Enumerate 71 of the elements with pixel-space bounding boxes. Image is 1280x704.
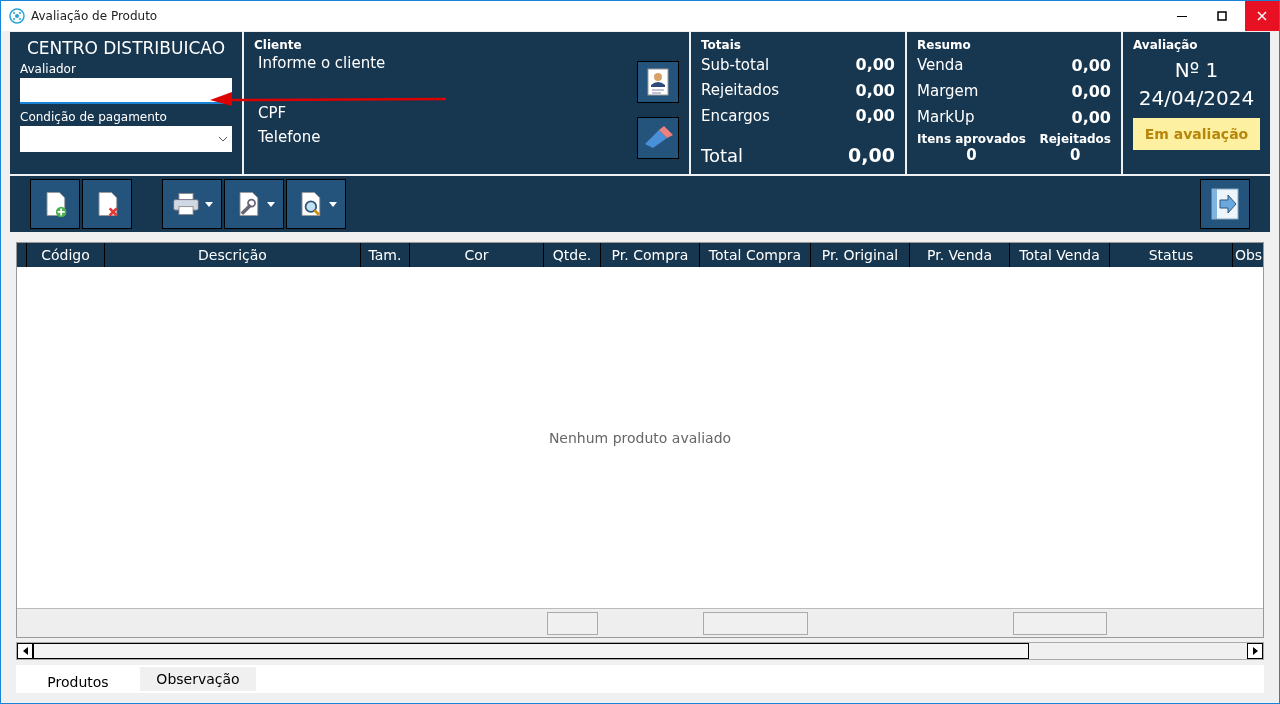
app-logo-icon (9, 8, 25, 24)
caret-icon (267, 201, 275, 207)
maximize-icon (1217, 11, 1227, 21)
column-header[interactable]: Status (1110, 243, 1233, 267)
summary-value: 0,00 (1071, 55, 1111, 75)
total-value: 0,00 (855, 106, 895, 126)
toolbar-button[interactable] (286, 179, 346, 229)
status-badge: Em avaliação (1133, 118, 1260, 150)
id-card-icon (646, 68, 670, 96)
horizontal-scrollbar[interactable] (16, 642, 1264, 660)
count-label: Itens aprovados (917, 132, 1026, 146)
column-header[interactable]: Total Compra (700, 243, 811, 267)
summary-value: 0,00 (1071, 81, 1111, 101)
center-title: CENTRO DISTRIBUICAO (25, 38, 227, 58)
field-label: Condição de pagamento (20, 110, 168, 124)
phone-label: Telefone (258, 128, 321, 146)
total-value: 0,00 (855, 80, 895, 100)
section-heading: Totais (701, 38, 742, 52)
column-header[interactable]: Tam. (361, 243, 410, 267)
section-heading: Resumo (917, 38, 972, 52)
column-header[interactable]: Código (27, 243, 105, 267)
column-header[interactable]: Total Venda (1010, 243, 1110, 267)
eraser-button[interactable] (637, 117, 679, 159)
column-header[interactable]: Pr. Original (811, 243, 910, 267)
summary-label: MarkUp (917, 108, 975, 126)
dropdown-field[interactable] (20, 126, 232, 152)
toolbar-button[interactable] (30, 179, 80, 229)
evaluation-date: 24/04/2024 (1137, 86, 1256, 110)
chevron-down-icon (218, 136, 228, 142)
toolbar-button[interactable] (224, 179, 284, 229)
column-header[interactable]: Pr. Compra (601, 243, 700, 267)
toolbar-button[interactable] (162, 179, 222, 229)
total-value: 0,00 (855, 55, 895, 75)
exit-button[interactable] (1200, 179, 1250, 229)
grand-total-value: 0,00 (848, 144, 895, 167)
grand-total-label: Total (701, 144, 744, 166)
count-value: 0 (1070, 146, 1081, 164)
column-header[interactable]: Cor (410, 243, 544, 267)
column-header[interactable]: Qtde. (544, 243, 601, 267)
close-icon (1257, 11, 1267, 21)
empty-message: Nenhum produto avaliado (548, 429, 732, 446)
printer-icon (171, 190, 201, 218)
total-label: Encargos (701, 106, 770, 125)
input-field[interactable] (20, 78, 232, 104)
total-label: Sub-total (701, 55, 770, 74)
count-label: Rejeitados (1039, 132, 1111, 146)
column-header[interactable]: Pr. Venda (910, 243, 1010, 267)
caret-icon (329, 201, 337, 207)
count-value: 0 (966, 146, 977, 164)
minimize-icon (1177, 15, 1187, 17)
field-label: Avaliador (20, 62, 77, 76)
client-name: Informe o cliente (258, 54, 386, 72)
tab[interactable]: Observação (140, 667, 256, 691)
scroll-right-icon[interactable] (1247, 643, 1263, 659)
client-card-button[interactable] (637, 61, 679, 103)
section-heading: Cliente (254, 38, 303, 52)
eraser-icon (643, 126, 673, 150)
window-title: Avaliação de Produto (31, 9, 159, 23)
scroll-left-icon[interactable] (17, 643, 33, 659)
evaluation-number: Nº 1 (1173, 58, 1220, 82)
summary-label: Venda (917, 56, 964, 74)
section-heading: Avaliação (1133, 38, 1199, 52)
toolbar-button[interactable] (82, 179, 132, 229)
scroll-thumb[interactable] (33, 643, 1029, 659)
summary-label: Margem (917, 82, 979, 100)
cpf-label: CPF (258, 104, 287, 122)
column-header[interactable]: Descrição (105, 243, 361, 267)
total-label: Rejeitados (701, 81, 780, 100)
column-header[interactable]: Obs (1233, 243, 1263, 267)
summary-value: 0,00 (1071, 107, 1111, 127)
caret-icon (205, 201, 213, 207)
